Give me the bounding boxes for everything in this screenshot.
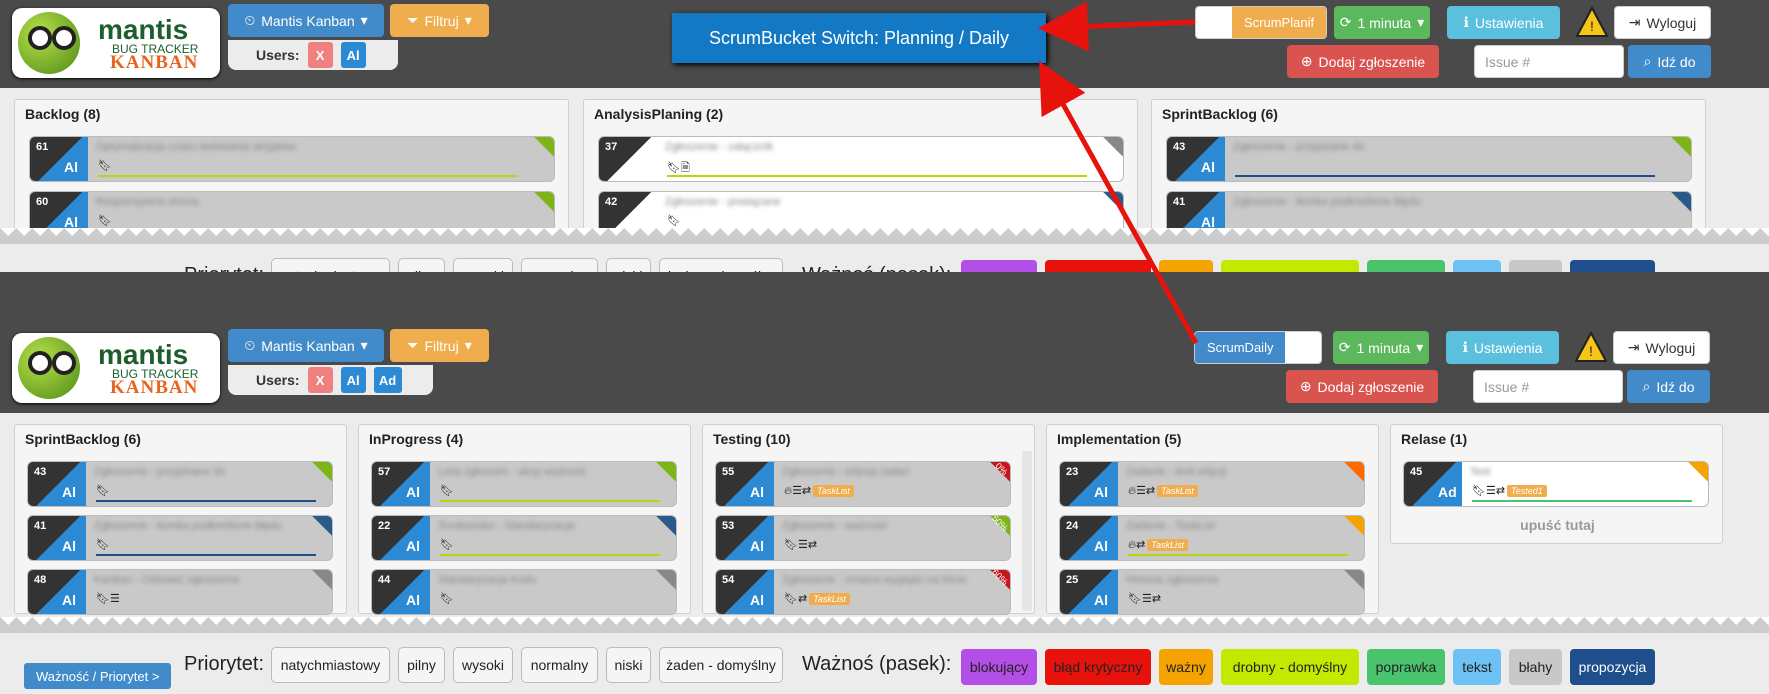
annotation-arrows (1038, 1, 1199, 345)
arrow-to-daily (1039, 61, 1199, 345)
arrow-to-planif (1038, 1, 1196, 52)
